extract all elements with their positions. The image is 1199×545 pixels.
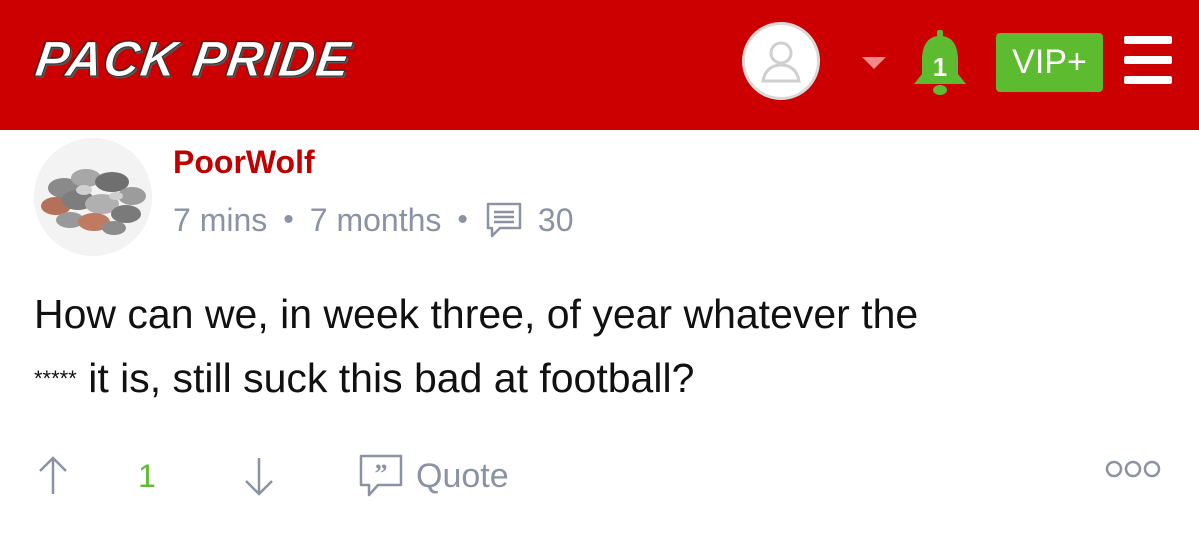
notifications-button[interactable]: 1 — [910, 28, 970, 98]
quote-button[interactable]: ” Quote — [358, 452, 509, 500]
svg-text:”: ” — [375, 459, 388, 488]
post-text-line-2: ***** it is, still suck this bad at foot… — [34, 346, 1154, 411]
coins-avatar-image — [34, 138, 152, 256]
meta-separator: • — [283, 203, 294, 236]
post-meta: 7 mins • 7 months • 30 — [173, 200, 574, 240]
upvote-arrow-icon[interactable] — [36, 454, 70, 498]
quote-label: Quote — [416, 456, 509, 495]
post-body: How can we, in week three, of year whate… — [34, 282, 1154, 411]
caret-down-icon[interactable] — [862, 57, 886, 69]
censored-word: ***** — [34, 366, 77, 391]
author-avatar[interactable] — [34, 138, 152, 256]
notification-count-badge: 1 — [932, 52, 948, 82]
more-options-icon[interactable] — [1104, 458, 1162, 480]
vote-score: 1 — [138, 458, 156, 494]
quote-icon: ” — [359, 454, 403, 497]
comment-icon — [486, 202, 522, 238]
post-text-continuation: it is, still suck this bad at football? — [76, 355, 695, 401]
post-text-line-1: How can we, in week three, of year whate… — [34, 291, 919, 337]
member-duration: 7 months — [309, 202, 442, 238]
account-avatar-button[interactable] — [742, 22, 820, 100]
downvote-arrow-icon[interactable] — [242, 454, 276, 498]
vip-plus-button[interactable]: VIP+ — [996, 33, 1103, 92]
meta-separator: • — [457, 203, 468, 236]
hamburger-menu-icon[interactable] — [1124, 36, 1172, 84]
top-nav-bar: PACK PRIDE 1 VIP+ — [0, 0, 1199, 130]
comment-count: 30 — [537, 202, 574, 238]
site-logo[interactable]: PACK PRIDE — [32, 30, 356, 88]
post-actions-bar: 1 ” Quote — [0, 448, 1199, 504]
post-time: 7 mins — [173, 202, 268, 238]
user-avatar-icon — [761, 41, 801, 83]
author-username[interactable]: PoorWolf — [173, 143, 315, 181]
